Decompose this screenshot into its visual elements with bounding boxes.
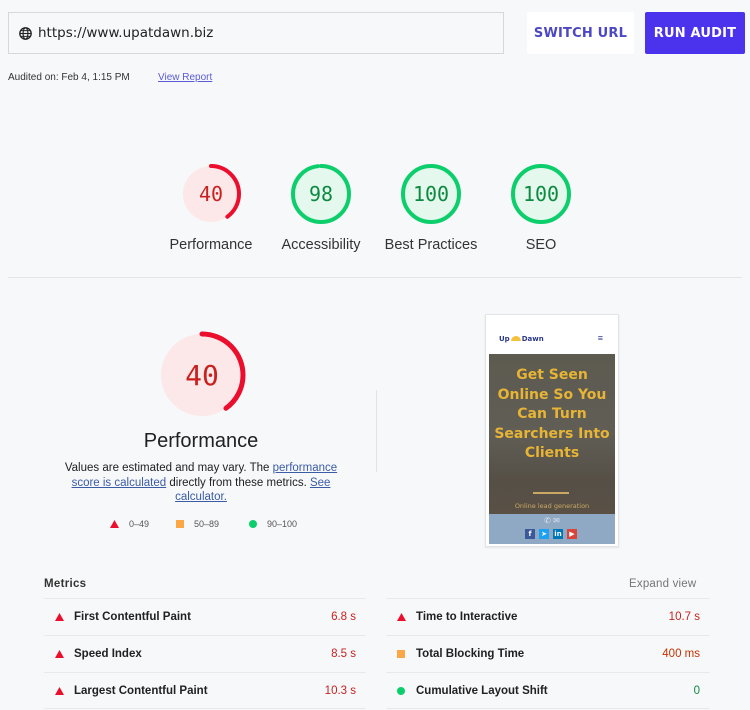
legend-range: 0–49 — [129, 519, 150, 529]
social-icons: f ➤ in ▶ — [525, 529, 577, 539]
category-gauges: 40 Performance 98 Accessibility 100 Best… — [0, 163, 750, 263]
metric-row: Cumulative Layout Shift 0 — [386, 672, 710, 709]
gauge-score: 100 — [413, 182, 449, 206]
circle-icon — [397, 687, 405, 695]
phone-icon: ✆ — [544, 516, 551, 525]
gauge-accessibility[interactable]: 98 Accessibility — [261, 163, 381, 253]
globe-icon — [19, 26, 32, 40]
row-divider — [386, 708, 710, 709]
status-icon — [396, 613, 406, 621]
preview-header: Up Dawn ≡ — [489, 318, 615, 354]
hamburger-icon: ≡ — [597, 333, 603, 343]
triangle-icon — [110, 520, 119, 528]
vertical-divider — [376, 390, 377, 472]
triangle-icon — [54, 687, 64, 695]
gauge-label: Accessibility — [281, 237, 361, 253]
mail-icon: ✉ — [553, 516, 560, 525]
gauge-label: Performance — [169, 237, 253, 253]
metric-value: 0 — [693, 685, 700, 697]
metric-value: 10.3 s — [324, 685, 356, 697]
performance-gauge-ring: 40 — [181, 164, 241, 224]
preview-hero: Get Seen Online So You Can Turn Searcher… — [489, 354, 615, 514]
preview-subheadline: Online lead generation — [514, 502, 590, 510]
metric-row: First Contentful Paint 6.8 s — [44, 598, 366, 635]
circle-icon — [249, 520, 257, 528]
performance-description: Values are estimated and may vary. The p… — [52, 461, 350, 505]
metric-value: 8.5 s — [331, 648, 356, 660]
square-icon — [176, 520, 184, 528]
metric-value: 10.7 s — [668, 611, 700, 623]
row-divider — [44, 708, 366, 709]
metrics-title: Metrics — [44, 578, 87, 590]
legend-pass: 90–100 — [249, 519, 297, 529]
metric-value: 400 ms — [662, 648, 700, 660]
gauge-score: 40 — [185, 359, 219, 392]
audited-timestamp: Audited on: Feb 4, 1:15 PM — [8, 72, 130, 83]
legend-range: 90–100 — [267, 519, 298, 529]
metric-row: Time to Interactive 10.7 s — [386, 598, 710, 635]
triangle-icon — [54, 613, 64, 621]
status-icon — [396, 650, 406, 658]
gauge-best-practices[interactable]: 100 Best Practices — [371, 163, 491, 253]
metric-row: Total Blocking Time 400 ms — [386, 635, 710, 672]
logo-text: Up — [499, 335, 510, 343]
url-field[interactable] — [8, 12, 504, 54]
status-icon — [54, 687, 64, 695]
contact-icons: ✆ ✉ — [489, 516, 615, 525]
linkedin-icon: in — [553, 529, 563, 539]
metric-value: 6.8 s — [331, 611, 356, 623]
youtube-icon: ▶ — [567, 529, 577, 539]
square-icon — [397, 650, 405, 658]
legend-fail: 0–49 — [110, 519, 149, 529]
preview-footer: ✆ ✉ f ➤ in ▶ — [489, 514, 615, 544]
gauge-score: 98 — [309, 182, 333, 206]
page-screenshot-preview: Up Dawn ≡ Get Seen Online So You Can Turn… — [485, 314, 619, 547]
performance-big-ring: 40 — [158, 331, 246, 419]
legend-average: 50–89 — [176, 519, 219, 529]
gauge-performance[interactable]: 40 Performance — [151, 163, 271, 253]
metric-row: Speed Index 8.5 s — [44, 635, 366, 672]
performance-title: Performance — [143, 430, 259, 452]
preview-rule — [533, 492, 569, 494]
status-icon — [396, 687, 406, 695]
preview-headline: Get Seen Online So You Can Turn Searcher… — [494, 367, 610, 461]
gauge-seo[interactable]: 100 SEO — [481, 163, 601, 253]
switch-url-button[interactable]: SWITCH URL — [527, 12, 634, 54]
accessibility-gauge-ring: 98 — [291, 164, 351, 224]
metric-name: Time to Interactive — [416, 611, 518, 623]
run-audit-button[interactable]: RUN AUDIT — [645, 12, 745, 54]
seo-gauge-ring: 100 — [511, 164, 571, 224]
performance-score-gauge: 40 — [157, 330, 247, 425]
sun-icon — [510, 336, 521, 341]
triangle-icon — [54, 650, 64, 658]
metric-row: Largest Contentful Paint 10.3 s — [44, 672, 366, 709]
gauge-score: 100 — [523, 182, 559, 206]
metric-name: First Contentful Paint — [74, 611, 191, 623]
view-report-link[interactable]: View Report — [158, 72, 212, 83]
url-input[interactable] — [38, 25, 478, 41]
twitter-icon: ➤ — [539, 529, 549, 539]
logo-text: Dawn — [521, 335, 544, 343]
status-icon — [54, 650, 64, 658]
desc-text: directly from these metrics. — [166, 476, 310, 489]
desc-text: Values are estimated and may vary. The — [64, 462, 273, 474]
triangle-icon — [396, 613, 406, 621]
metric-name: Speed Index — [74, 648, 142, 660]
gauge-label: SEO — [525, 237, 557, 253]
section-divider — [8, 277, 742, 278]
metric-name: Total Blocking Time — [416, 648, 525, 660]
metric-name: Largest Contentful Paint — [74, 685, 208, 697]
legend-range: 50–89 — [194, 519, 220, 529]
status-icon — [54, 613, 64, 621]
expand-view-toggle[interactable]: Expand view — [629, 578, 696, 590]
gauge-score: 40 — [199, 182, 223, 206]
best-practices-gauge-ring: 100 — [401, 164, 461, 224]
preview-logo: Up Dawn — [499, 335, 544, 343]
gauge-label: Best Practices — [384, 237, 478, 253]
facebook-icon: f — [525, 529, 535, 539]
metric-name: Cumulative Layout Shift — [416, 685, 548, 697]
